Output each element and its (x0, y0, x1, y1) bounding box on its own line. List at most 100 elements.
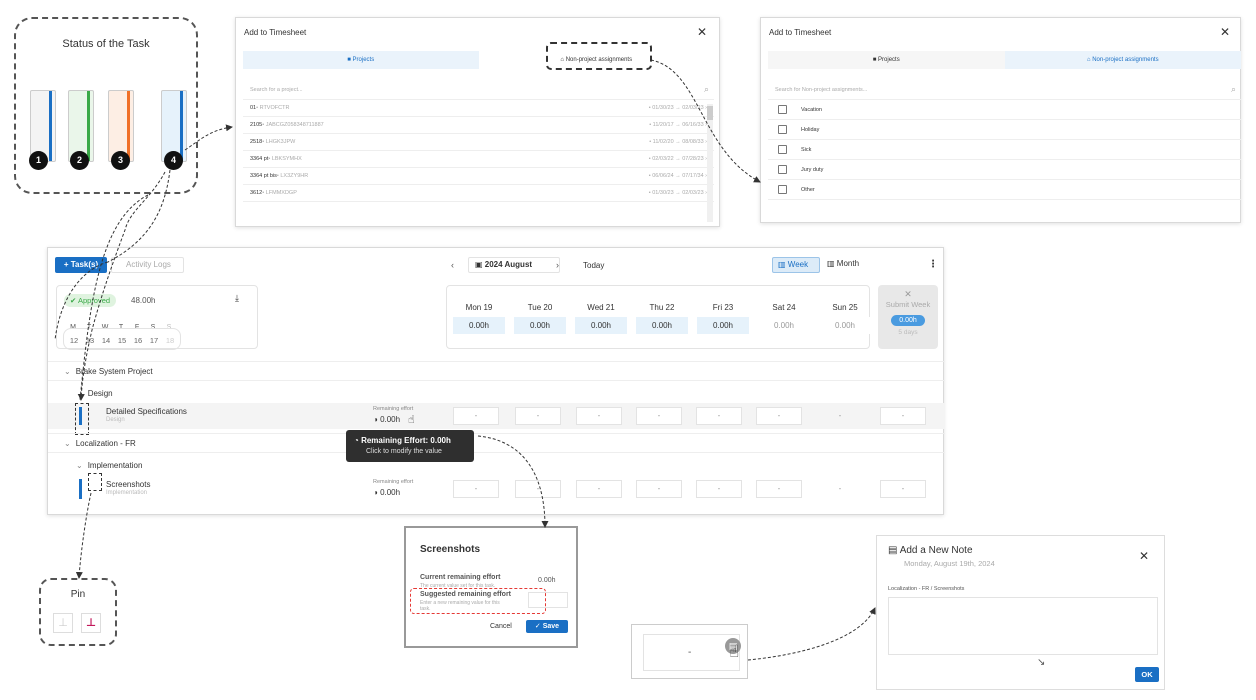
day-column[interactable]: Mon 19 0.00h (453, 303, 505, 334)
time-cell[interactable]: - (636, 480, 682, 498)
close-icon[interactable]: ✕ (1139, 549, 1149, 563)
project-search-input[interactable]: Search for a project... ⌕ (243, 81, 714, 100)
remaining-effort-value[interactable]: ◑ 0.00h (373, 488, 400, 497)
checkbox[interactable] (778, 105, 787, 114)
timesheet-nonproject-dialog: Add to Timesheet ✕ ■ Projects ⌂ Non-proj… (760, 17, 1241, 223)
add-task-button[interactable]: + Task(s) (55, 257, 107, 273)
today-button[interactable]: Today (583, 261, 604, 270)
month-picker[interactable]: ▣ 2024 August (468, 257, 560, 273)
remaining-effort-value[interactable]: ◑ 0.00h (373, 415, 400, 424)
save-label: Save (542, 623, 560, 630)
time-cell[interactable]: - (817, 480, 863, 498)
time-cell[interactable]: - (817, 407, 863, 425)
day-column[interactable]: Wed 21 0.00h (575, 303, 627, 334)
nonproject-item[interactable]: Holiday (768, 120, 1241, 140)
day-column[interactable]: Sat 24 0.00h (758, 303, 810, 334)
day-total: 0.00h (819, 317, 871, 334)
week-view-button[interactable]: ▥ Week (772, 257, 820, 273)
day-column[interactable]: Tue 20 0.00h (514, 303, 566, 334)
task-row-detailed-specifications[interactable]: Detailed Specifications Design Remaining… (48, 403, 945, 435)
project-row[interactable]: 2518 • LHGK3JPW • 11/02/20 → 08/08/33 › (243, 134, 714, 151)
time-cell[interactable]: - (453, 407, 499, 425)
time-cell[interactable]: - (576, 407, 622, 425)
submit-week-card[interactable]: ✕ Submit Week 0.00h 5 days (878, 285, 938, 349)
tab-nonproject[interactable]: ⌂ Non-project assignments (1004, 51, 1241, 69)
time-cell[interactable]: - (453, 480, 499, 498)
project-title: Brake System Project (75, 366, 153, 376)
time-cell[interactable]: - (756, 480, 802, 498)
checkbox[interactable] (778, 125, 787, 134)
time-cell[interactable]: - (880, 407, 926, 425)
day-column[interactable]: Sun 25 0.00h (819, 303, 871, 334)
time-cell[interactable]: - (756, 407, 802, 425)
tab-projects[interactable]: ■ Projects (243, 51, 479, 69)
status-number-3: 3 (111, 151, 130, 170)
nonproject-item[interactable]: Vacation (768, 100, 1241, 120)
next-week-button[interactable]: › (556, 260, 559, 270)
phase-row-implementation[interactable]: ⌄ Implementation (48, 456, 945, 474)
checkbox[interactable] (778, 185, 787, 194)
previous-week-row[interactable]: 12 13 14 15 16 17 18 (63, 328, 181, 350)
time-cell[interactable]: - (696, 407, 742, 425)
project-row[interactable]: 3364 pt bis • LX3ZY9HR • 06/06/24 → 07/17… (243, 168, 714, 185)
note-header: ▤ Add a New Note (888, 545, 973, 556)
project-row[interactable]: 2105 • JABCGZ0583487118​87 • 11/20/17 → 0… (243, 117, 714, 134)
tab-nonproject[interactable]: ⌂ Non-project assignments (478, 42, 714, 70)
item-label: Other (801, 186, 815, 193)
checkbox[interactable] (778, 165, 787, 174)
day-number: 14 (101, 336, 111, 345)
day-column[interactable]: Thu 22 0.00h (636, 303, 688, 334)
search-icon: ⌕ (1230, 84, 1236, 94)
search-placeholder: Search for a project... (250, 87, 303, 93)
time-cell[interactable]: - (576, 480, 622, 498)
project-dates: • 01/30/23 → 02/03/23 › (648, 105, 707, 111)
day-total: 0.00h (636, 317, 688, 334)
status-number-2: 2 (70, 151, 89, 170)
task-row-screenshots[interactable]: Screenshots Implementation Remaining eff… (48, 473, 945, 501)
project-row[interactable]: 01 • RTVOFCTR • 01/30/23 → 02/03/23 › (243, 100, 714, 117)
tooltip-title-text: Remaining Effort: 0.00h (361, 436, 451, 445)
more-options-icon[interactable]: ⋮ (928, 259, 938, 270)
month-view-button[interactable]: ▥ Month (822, 257, 872, 273)
ok-button[interactable]: OK (1135, 667, 1159, 682)
scrollbar[interactable] (707, 104, 713, 222)
project-row-brake[interactable]: ⌄ Brake System Project (48, 361, 945, 381)
highlight-box (545, 42, 652, 70)
close-icon[interactable]: ✕ (1220, 25, 1230, 39)
time-cell-zoomed[interactable]: - (643, 634, 740, 671)
cancel-button[interactable]: Cancel (490, 623, 512, 630)
download-icon[interactable]: ⤓ (235, 293, 239, 304)
time-cell[interactable]: - (515, 480, 561, 498)
week-days-card: Mon 19 0.00h Tue 20 0.00h Wed 21 0.00h Thu … (446, 285, 871, 349)
suggested-effort-input[interactable] (528, 592, 568, 608)
checkbox[interactable] (778, 145, 787, 154)
pin-on-icon: ⊥ (81, 613, 101, 633)
time-cell[interactable]: - (636, 407, 682, 425)
project-dates: • 11/02/20 → 08/08/33 › (649, 139, 707, 145)
nonproject-item[interactable]: Jury duty (768, 160, 1241, 180)
time-cell[interactable]: - (880, 480, 926, 498)
close-icon[interactable]: ✕ (697, 25, 707, 39)
note-textarea[interactable] (888, 597, 1158, 655)
summary-card: ✔ Approved 48.00h ⤓ MTWTFSS 12 13 14 15 16 17… (56, 285, 258, 350)
pin-off-icon: ⊥ (53, 613, 73, 633)
tab-projects[interactable]: ■ Projects (768, 51, 1005, 69)
nonproject-item[interactable]: Sick (768, 140, 1241, 160)
phase-row-design[interactable]: ⌄ Design (48, 384, 945, 402)
project-row[interactable]: 3364 pt • LBKSYMHX • 02/03/22 → 07/28/23 … (243, 151, 714, 168)
current-effort-value: 0.00h (538, 577, 556, 584)
day-column[interactable]: Fri 23 0.00h (697, 303, 749, 334)
time-cell[interactable]: - (696, 480, 742, 498)
prev-week-button[interactable]: ‹ (451, 260, 454, 270)
day-number: 13 (85, 336, 95, 345)
submit-week-total: 0.00h (891, 315, 925, 326)
scrollbar-thumb[interactable] (707, 106, 713, 120)
tooltip-title: ◔ Remaining Effort: 0.00h (354, 436, 451, 445)
project-row-localization[interactable]: ⌄ Localization - FR (48, 433, 945, 453)
project-row[interactable]: 3612 • LFMMXDGP • 01/30/23 → 02/03/23 › (243, 185, 714, 202)
nonproject-search-input[interactable]: Search for Non-project assignments... ⌕ (768, 81, 1241, 100)
activity-logs-button[interactable]: Activity Logs (111, 257, 184, 273)
nonproject-item[interactable]: Other (768, 180, 1241, 200)
save-button[interactable]: ✓ Save (526, 620, 568, 633)
time-cell[interactable]: - (515, 407, 561, 425)
